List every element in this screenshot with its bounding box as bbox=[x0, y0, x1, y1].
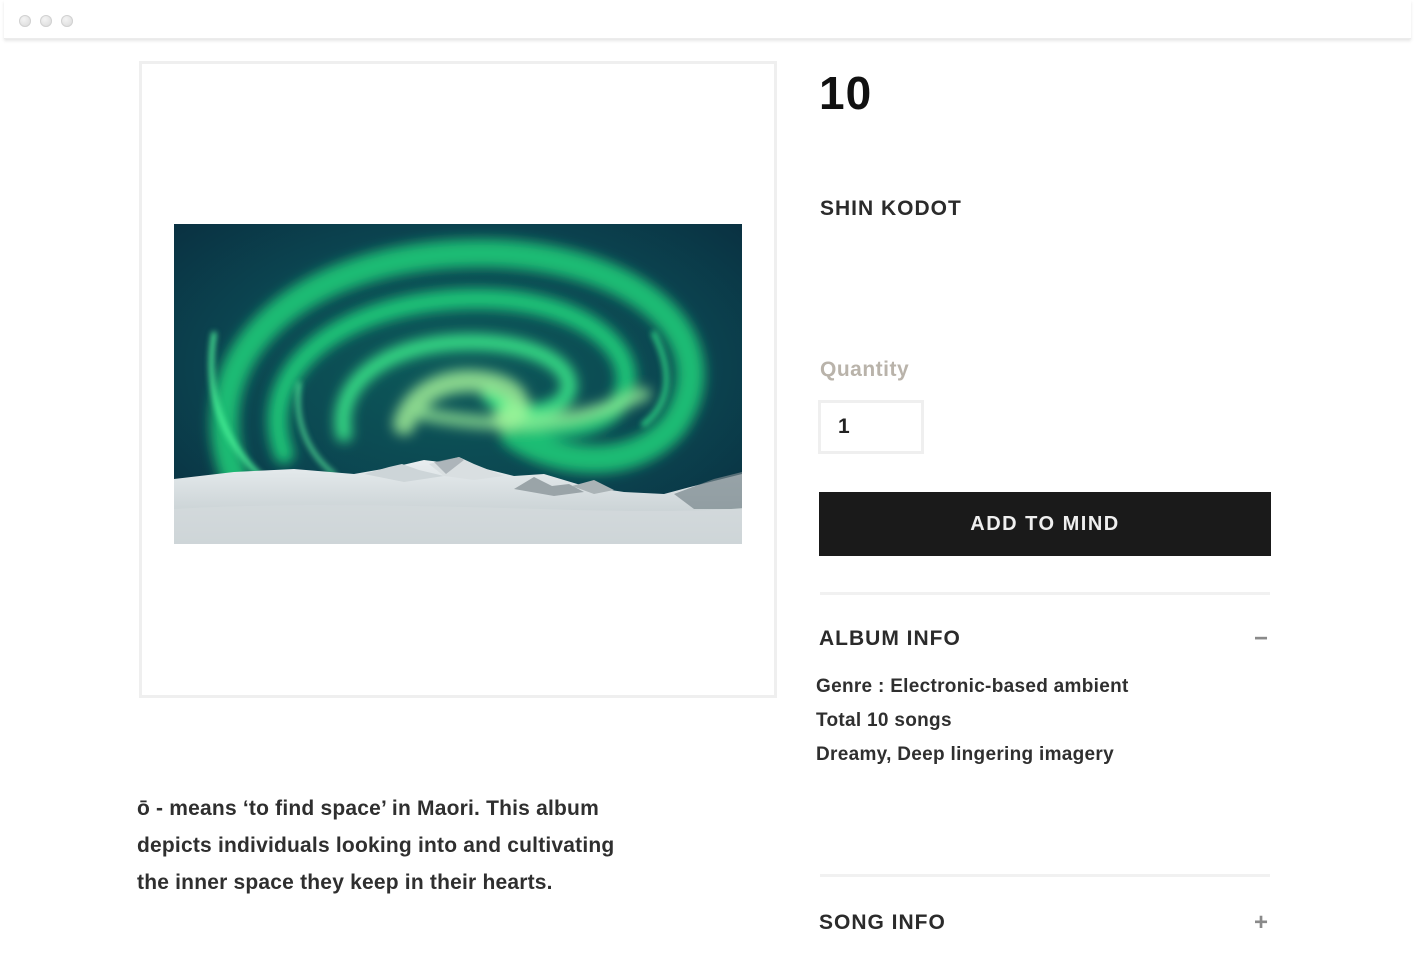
album-info-mood: Dreamy, Deep lingering imagery bbox=[816, 744, 1114, 765]
window-minimize-button[interactable] bbox=[40, 15, 52, 27]
album-info-header[interactable]: ALBUM INFO − bbox=[819, 624, 1271, 654]
window-close-button[interactable] bbox=[19, 15, 31, 27]
quantity-input[interactable] bbox=[818, 400, 924, 454]
album-info-content: Genre : Electronic-based ambient Total 1… bbox=[816, 670, 1276, 772]
quantity-label: Quantity bbox=[820, 358, 910, 381]
add-to-mind-button[interactable]: ADD TO MIND bbox=[819, 492, 1271, 556]
plus-icon[interactable]: + bbox=[1251, 909, 1271, 937]
album-info-title: ALBUM INFO bbox=[819, 627, 961, 650]
description-line: ō - means ‘to find space’ in Maori. This… bbox=[137, 797, 599, 820]
section-divider bbox=[820, 592, 1270, 595]
section-divider bbox=[820, 874, 1270, 877]
song-info-title: SONG INFO bbox=[819, 911, 946, 934]
song-info-header[interactable]: SONG INFO + bbox=[819, 908, 1271, 938]
description-line: depicts individuals looking into and cul… bbox=[137, 834, 615, 857]
album-description: ō - means ‘to find space’ in Maori. This… bbox=[137, 790, 737, 901]
window-maximize-button[interactable] bbox=[61, 15, 73, 27]
window-titlebar bbox=[4, 0, 1411, 39]
album-info-song-count: Total 10 songs bbox=[816, 710, 952, 731]
album-info-genre: Genre : Electronic-based ambient bbox=[816, 676, 1129, 697]
product-title: 10 bbox=[819, 67, 873, 119]
minus-icon[interactable]: − bbox=[1251, 625, 1271, 653]
artist-name: SHIN KODOT bbox=[820, 197, 962, 220]
description-line: the inner space they keep in their heart… bbox=[137, 871, 553, 894]
album-cover-image[interactable] bbox=[174, 224, 742, 544]
